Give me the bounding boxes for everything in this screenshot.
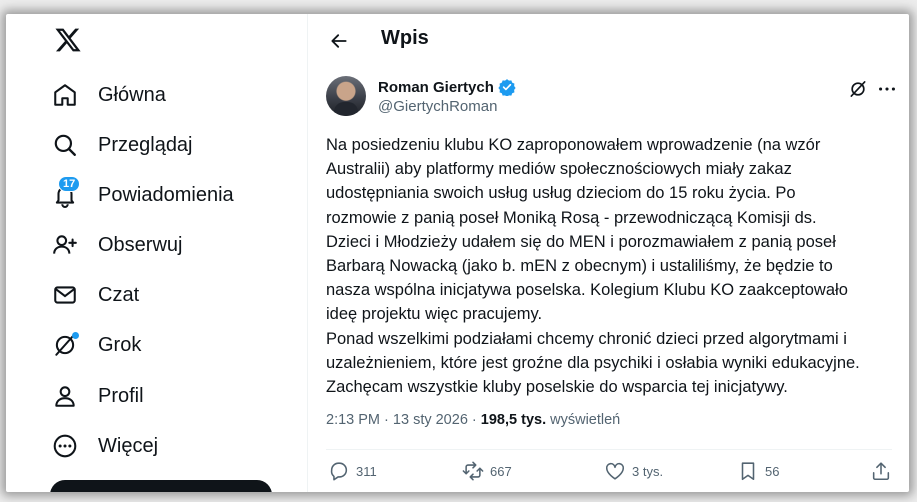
views-label: wyświetleń <box>550 412 621 428</box>
app-window: Główna Przeglądaj 17 Powiadomienia Obser… <box>6 14 909 492</box>
sidebar-item-grok[interactable]: Grok <box>50 322 141 368</box>
grok-icon <box>50 330 80 360</box>
x-logo-icon[interactable] <box>54 26 82 54</box>
profile-icon <box>50 381 80 411</box>
reply-icon <box>330 462 348 481</box>
reply-count: 311 <box>356 463 377 479</box>
author-handle[interactable]: @GiertychRoman <box>378 98 497 115</box>
post-date[interactable]: 13 sty 2026 <box>393 412 468 428</box>
back-button[interactable] <box>324 26 354 56</box>
repost-icon <box>462 461 484 481</box>
verified-badge-icon <box>498 79 516 96</box>
sidebar-item-label: Główna <box>98 83 166 106</box>
author-name[interactable]: Roman Giertych <box>378 78 516 96</box>
home-icon <box>50 80 80 110</box>
meta-separator: · <box>471 412 477 428</box>
sidebar-item-follow[interactable]: Obserwuj <box>50 222 182 268</box>
more-circle-icon <box>50 431 80 461</box>
sidebar-item-label: Przeglądaj <box>98 133 193 156</box>
avatar[interactable] <box>326 76 366 116</box>
post-metadata: 2:13 PM · 13 sty 2026 · 198,5 tys. wyświ… <box>326 412 620 428</box>
divider <box>326 449 892 450</box>
share-button[interactable] <box>870 460 892 482</box>
meta-separator: · <box>384 412 389 428</box>
like-button[interactable]: 3 tys. <box>604 460 663 482</box>
share-icon <box>872 462 890 481</box>
grok-icon[interactable] <box>848 79 868 99</box>
main-column: Wpis Roman Giertych @GiertychRoman Na po… <box>308 14 909 492</box>
sidebar-item-label: Profil <box>98 384 144 407</box>
action-bar: 311 667 3 tys. 56 <box>326 460 892 490</box>
sidebar-item-label: Obserwuj <box>98 233 183 256</box>
bookmark-button[interactable]: 56 <box>737 460 779 482</box>
sidebar-item-label: Powiadomienia <box>98 183 234 206</box>
sidebar: Główna Przeglądaj 17 Powiadomienia Obser… <box>6 14 308 492</box>
arrow-left-icon <box>331 34 347 48</box>
post-time[interactable]: 2:13 PM <box>326 412 380 428</box>
repost-count: 667 <box>490 463 512 479</box>
mail-icon <box>50 280 80 310</box>
header: Wpis <box>308 14 909 66</box>
more-options-icon[interactable] <box>876 78 898 100</box>
search-icon <box>50 130 80 160</box>
grok-notification-dot <box>72 332 79 339</box>
sidebar-item-label: Czat <box>98 283 140 306</box>
repost-button[interactable]: 667 <box>462 460 512 482</box>
reply-button[interactable]: 311 <box>328 460 377 482</box>
sidebar-item-chat[interactable]: Czat <box>50 272 139 318</box>
like-count: 3 tys. <box>632 463 664 479</box>
author-name-text: Roman Giertych <box>378 78 494 96</box>
sidebar-item-profile[interactable]: Profil <box>50 373 144 419</box>
post-button[interactable] <box>50 480 272 492</box>
sidebar-item-home[interactable]: Główna <box>50 72 166 118</box>
views-count: 198,5 tys. <box>480 412 547 428</box>
post-text: Na posiedzeniu klubu KO zaproponowałem w… <box>326 136 860 397</box>
page-title: Wpis <box>381 27 429 49</box>
follow-icon <box>50 230 80 260</box>
bookmark-count: 56 <box>765 463 780 479</box>
bell-icon: 17 <box>50 176 81 210</box>
sidebar-item-label: Więcej <box>98 434 159 457</box>
sidebar-item-explore[interactable]: Przeglądaj <box>50 122 193 168</box>
bookmark-icon <box>741 462 755 481</box>
sidebar-item-label: Grok <box>98 333 142 356</box>
notification-badge: 17 <box>58 176 81 192</box>
heart-icon <box>605 462 625 480</box>
sidebar-item-more[interactable]: Więcej <box>50 423 158 469</box>
sidebar-item-notifications[interactable]: 17 Powiadomienia <box>50 172 234 218</box>
